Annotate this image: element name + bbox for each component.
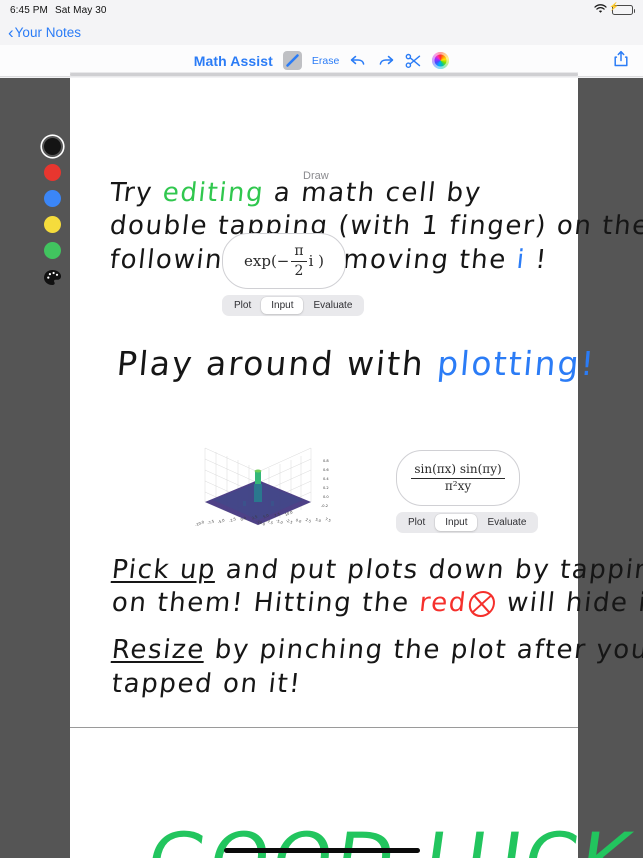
ink-text: tapped on it!: [110, 669, 303, 699]
erase-button[interactable]: Erase: [312, 55, 339, 67]
color-swatch-blue[interactable]: [44, 190, 61, 207]
math-assist-button[interactable]: Math Assist: [194, 53, 273, 69]
surface-plot[interactable]: 0.8 0.6 0.4 0.2 0.0 -0.2 -10.0 -7.5 -5.0…: [183, 428, 333, 540]
home-indicator[interactable]: [223, 848, 420, 853]
segment-evaluate[interactable]: Evaluate: [477, 514, 536, 531]
handwriting-play-line-1: Play around with plotting!: [115, 344, 597, 383]
segment-evaluate[interactable]: Evaluate: [303, 297, 362, 314]
handwriting-resize-line-2: tapped on it!: [110, 669, 302, 699]
color-palette-dock[interactable]: [43, 138, 62, 287]
scrollbar-thumb[interactable]: [70, 73, 578, 76]
handwriting-pickup-line-2: on them! Hitting the red will hide it.: [110, 588, 643, 618]
expression-suffix: i ): [308, 252, 324, 270]
color-swatch-yellow[interactable]: [44, 216, 61, 233]
fraction-denominator: 2: [294, 262, 304, 279]
color-swatch-black[interactable]: [44, 138, 61, 155]
segment-input[interactable]: Input: [435, 514, 478, 531]
share-icon[interactable]: [613, 49, 629, 72]
ink-text: and put plots down by tapping: [214, 555, 643, 585]
segment-plot[interactable]: Plot: [398, 514, 435, 531]
svg-text:0.6: 0.6: [323, 468, 329, 472]
scissors-icon[interactable]: [405, 53, 422, 69]
redo-arrow-icon[interactable]: [377, 53, 395, 68]
expression-prefix: exp(−: [244, 252, 290, 270]
math-cell-1-mode-segmented-control[interactable]: Plot Input Evaluate: [222, 295, 365, 316]
ink-text: on them! Hitting the: [110, 588, 422, 618]
fraction-numerator: π: [291, 243, 307, 262]
ink-text: Try: [108, 178, 165, 208]
ink-text: a math cell by: [262, 178, 484, 208]
back-button-label: Your Notes: [14, 25, 81, 40]
handwriting-resize-line-1: Resize by pinching the plot after you've: [110, 635, 643, 665]
math-cell-2[interactable]: sin(πx) sin(πy) π²xy Plot Input Evaluate: [396, 450, 539, 533]
pen-tool-icon[interactable]: [282, 51, 302, 70]
ink-text-resize: Resize: [110, 635, 207, 665]
status-bar: 6:45 PM Sat May 30 ⚡: [0, 0, 643, 20]
math-cell-2-expression[interactable]: sin(πx) sin(πy) π²xy: [396, 450, 520, 506]
navigation-bar: ‹ Your Notes: [0, 20, 643, 45]
handwriting-intro-line-1: Try editing a math cell by: [108, 178, 483, 208]
svg-text:0.0: 0.0: [323, 495, 329, 499]
math-cell-1[interactable]: exp(− π 2 i ) Plot Input Evaluate: [222, 233, 365, 316]
chevron-left-icon: ‹: [8, 22, 14, 42]
horizontal-scrollbar[interactable]: [70, 72, 578, 77]
handwriting-pickup-line-1: Pick up and put plots down by tapping: [110, 555, 643, 585]
segment-plot[interactable]: Plot: [224, 297, 261, 314]
status-date: Sat May 30: [54, 4, 107, 16]
undo-arrow-icon[interactable]: [349, 53, 367, 68]
handwriting-intro-line-2: double tapping (with 1 finger) on the: [108, 211, 643, 241]
ink-text-plotting: plotting!: [435, 344, 598, 383]
note-canvas[interactable]: Draw Try editing a math cell by double t…: [0, 78, 643, 858]
back-to-your-notes-button[interactable]: ‹ Your Notes: [8, 22, 81, 42]
fraction: sin(πx) sin(πy) π²xy: [411, 462, 505, 494]
fraction-numerator: sin(πx) sin(πy): [411, 462, 505, 479]
svg-text:0.4: 0.4: [323, 477, 329, 481]
red-x-circle-icon: [467, 591, 497, 617]
status-time: 6:45 PM: [10, 4, 48, 16]
ink-text: Play around with: [115, 344, 440, 383]
battery-charging-icon: ⚡: [609, 3, 635, 15]
math-cell-2-mode-segmented-control[interactable]: Plot Input Evaluate: [396, 512, 539, 533]
color-swatch-green[interactable]: [44, 242, 61, 259]
color-wheel-icon[interactable]: [432, 52, 450, 69]
segment-input[interactable]: Input: [261, 297, 304, 314]
palette-icon[interactable]: [43, 268, 62, 287]
svg-text:0.2: 0.2: [323, 486, 329, 490]
ink-text: will hide it.: [505, 588, 643, 618]
color-swatch-red[interactable]: [44, 164, 61, 181]
math-cell-1-expression[interactable]: exp(− π 2 i ): [222, 233, 346, 289]
ipad-notes-app: 6:45 PM Sat May 30 ⚡ ‹ Your Notes Math A…: [0, 0, 643, 858]
ink-text: by pinching the plot after you've: [213, 635, 643, 665]
fraction-denominator: π²xy: [444, 478, 472, 493]
ink-text-pick-up: Pick up: [110, 555, 218, 585]
ink-text: !: [524, 245, 550, 275]
fraction: π 2: [291, 243, 307, 279]
svg-text:-0.2: -0.2: [321, 504, 328, 508]
ink-text-red: red: [417, 588, 469, 618]
ink-text-editing: editing: [161, 178, 266, 208]
ink-text: double tapping (with 1 finger) on the: [108, 211, 643, 241]
wifi-icon: [594, 3, 607, 17]
svg-text:0.8: 0.8: [323, 459, 329, 463]
